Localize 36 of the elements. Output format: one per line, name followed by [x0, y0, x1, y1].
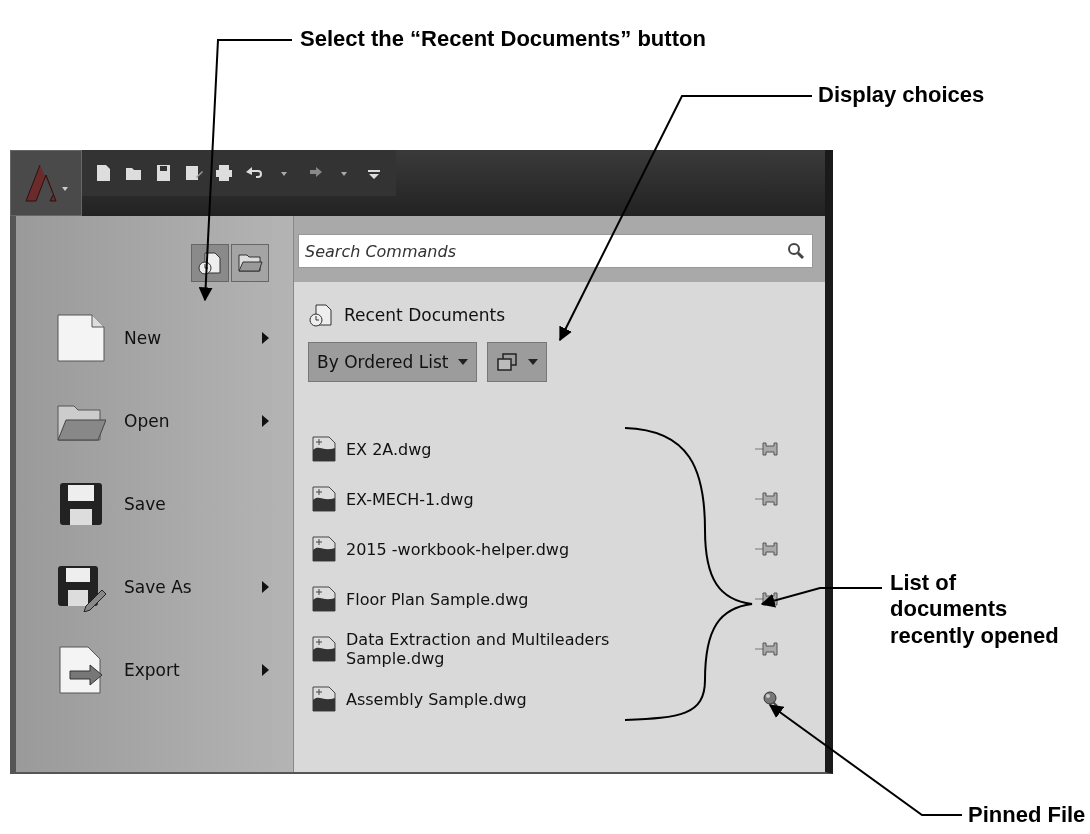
pushpin-icon[interactable] [755, 591, 781, 607]
drawing-file-icon [312, 536, 336, 562]
document-link[interactable]: EX-MECH-1.dwg [346, 489, 676, 509]
panel-heading: Recent Documents [344, 305, 506, 325]
drawing-file-icon [312, 636, 336, 662]
sort-dropdown[interactable]: By Ordered List [308, 342, 478, 382]
drawing-file-icon [312, 436, 336, 462]
drawing-file-icon [312, 686, 336, 712]
print-icon[interactable] [214, 163, 234, 183]
display-dropdown[interactable] [487, 342, 548, 382]
saveas-icon[interactable] [184, 163, 204, 183]
new-file-icon [56, 313, 106, 363]
drawing-file-icon [312, 486, 336, 512]
document-link[interactable]: Data Extraction and Multileaders Sample.dwg [346, 630, 676, 668]
recent-documents-button[interactable] [191, 244, 229, 282]
menu-item[interactable]: Export [124, 660, 244, 680]
document-link[interactable]: 2015 -workbook-helper.dwg [346, 539, 676, 559]
caret-icon [528, 359, 539, 365]
caret-icon [458, 359, 469, 365]
callout-text: Pinned File [968, 802, 1086, 829]
document-link[interactable]: Floor Plan Sample.dwg [346, 589, 676, 609]
callout-text: Select the “Recent Documents” button [300, 26, 706, 53]
windows-icon [496, 352, 519, 372]
clock-document-icon [308, 302, 334, 328]
callout-text: Display choices [818, 82, 985, 109]
callout-text: List of documents recently opened [890, 570, 1060, 650]
clock-document-icon [197, 250, 223, 276]
document-link[interactable]: EX 2A.dwg [346, 439, 676, 459]
drawing-file-icon [312, 586, 336, 612]
menu-item[interactable]: New [124, 328, 244, 348]
menu-item[interactable]: Save [124, 494, 244, 514]
document-link[interactable]: Assembly Sample.dwg [346, 689, 676, 709]
app-logo-button[interactable] [10, 150, 82, 216]
open-documents-button[interactable] [231, 244, 269, 282]
menu-item[interactable]: Save As [124, 577, 244, 597]
menu-item[interactable]: Open [124, 411, 244, 431]
